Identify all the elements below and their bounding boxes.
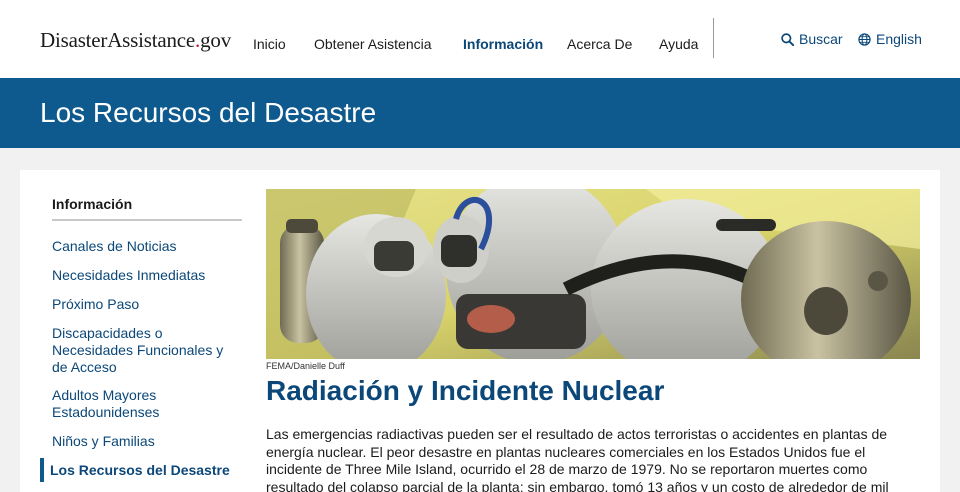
search-icon — [781, 32, 794, 46]
hazmat-responders-photo — [266, 189, 920, 359]
site-logo[interactable]: DisasterAssistance.gov — [40, 28, 231, 53]
sidebar-item-discapacidades[interactable]: Discapacidades o Necesidades Funcionales… — [52, 325, 224, 376]
site-header: DisasterAssistance.gov Inicio Obtener As… — [0, 0, 960, 78]
sidebar-heading: Información — [52, 196, 133, 212]
page-banner: Los Recursos del Desastre — [0, 78, 960, 148]
nav-obtener-asistencia[interactable]: Obtener Asistencia — [314, 36, 432, 52]
sidebar-divider — [52, 219, 242, 221]
globe-icon — [858, 32, 871, 46]
nav-acerca-de[interactable]: Acerca De — [567, 36, 632, 52]
article-body: Las emergencias radiactivas pueden ser e… — [266, 426, 889, 492]
nav-ayuda[interactable]: Ayuda — [659, 36, 698, 52]
sidebar-item-adultos-mayores[interactable]: Adultos Mayores Estadounidenses — [52, 387, 202, 421]
nav-informacion[interactable]: Información — [463, 36, 543, 52]
logo-text: DisasterAssistance — [40, 28, 196, 52]
search-label: Buscar — [799, 31, 843, 47]
sidebar-active-indicator — [40, 458, 44, 482]
language-toggle[interactable]: English — [858, 31, 922, 47]
sidebar-item-recursos-del-desastre[interactable]: Los Recursos del Desastre — [50, 462, 250, 479]
content-card: Información Canales de Noticias Necesida… — [20, 170, 940, 492]
search-link[interactable]: Buscar — [781, 31, 843, 47]
nav-inicio[interactable]: Inicio — [253, 36, 286, 52]
hero-image — [266, 189, 920, 359]
language-label: English — [876, 31, 922, 47]
sidebar-item-necesidades-inmediatas[interactable]: Necesidades Inmediatas — [52, 267, 232, 284]
nav-divider — [713, 18, 714, 58]
sidebar-item-ninos-y-familias[interactable]: Niños y Familias — [52, 433, 232, 450]
article-title: Radiación y Incidente Nuclear — [266, 375, 665, 406]
image-credit: FEMA/Danielle Duff — [266, 361, 345, 371]
logo-tld: gov — [200, 28, 231, 52]
sidebar-item-proximo-paso[interactable]: Próximo Paso — [52, 296, 232, 313]
sidebar-item-canales-de-noticias[interactable]: Canales de Noticias — [52, 238, 232, 255]
page-title: Los Recursos del Desastre — [40, 97, 377, 128]
